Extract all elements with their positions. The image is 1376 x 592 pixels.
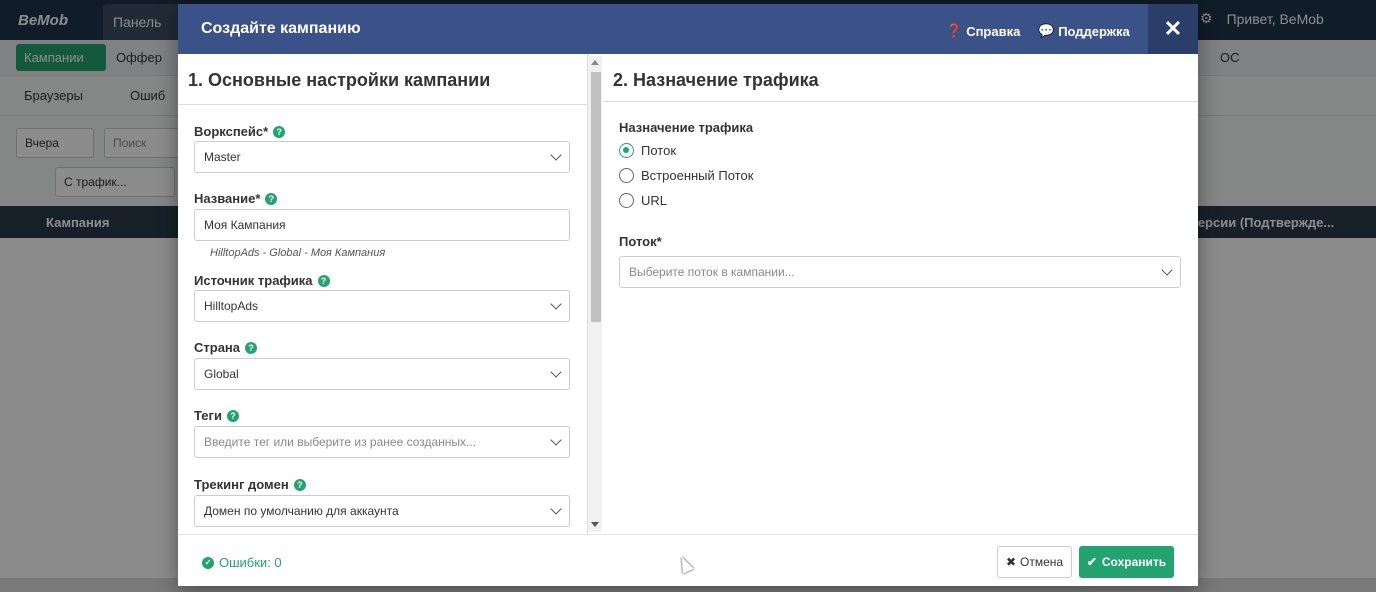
workspace-select[interactable]: Master xyxy=(194,141,570,173)
flow-select[interactable]: Выберите поток в кампании... xyxy=(619,256,1181,288)
question-icon[interactable]: ? xyxy=(265,192,278,205)
check-icon: ✔ xyxy=(1086,555,1097,569)
divider xyxy=(178,104,587,105)
check-circle-icon: ✓ xyxy=(202,556,214,569)
radio-checked-icon[interactable] xyxy=(619,143,634,158)
close-icon: ✖ xyxy=(1005,555,1016,569)
question-icon: ❓ xyxy=(946,23,963,38)
workspace-value: Master xyxy=(204,150,241,164)
radio-url-label: URL xyxy=(641,193,668,208)
help-link[interactable]: ❓ Справка xyxy=(946,23,1020,39)
country-label: Страна ? xyxy=(194,340,258,355)
create-campaign-modal: Создайте кампанию ❓ Справка 💬 Поддержка … xyxy=(178,4,1198,586)
chat-icon: 💬 xyxy=(1038,23,1055,38)
question-icon[interactable]: ? xyxy=(273,125,286,138)
name-label: Название* ? xyxy=(194,191,278,206)
modal-title: Создайте кампанию xyxy=(201,20,361,37)
save-label: Сохранить xyxy=(1101,555,1167,569)
traffic-source-value: HilltopAds xyxy=(204,299,259,313)
tracking-domain-value: Домен по умолчанию для аккаунта xyxy=(204,504,399,518)
support-label: Поддержка xyxy=(1058,23,1130,39)
radio-flow-label: Поток xyxy=(641,143,677,158)
question-icon[interactable]: ? xyxy=(317,274,330,287)
destination-label: Назначение трафика xyxy=(619,120,754,135)
flow-label: Поток* xyxy=(619,234,662,249)
divider xyxy=(603,101,1198,102)
radio-unchecked-icon[interactable] xyxy=(619,168,634,183)
radio-flow[interactable]: Поток xyxy=(619,143,676,158)
tags-select[interactable]: Введите тег или выберите из ранее создан… xyxy=(194,426,570,458)
modal-header: Создайте кампанию ❓ Справка 💬 Поддержка … xyxy=(178,4,1198,54)
name-label-text: Название* xyxy=(194,191,261,206)
tags-label-text: Теги xyxy=(194,408,222,423)
workspace-label: Воркспейс* ? xyxy=(194,124,286,139)
chevron-down-icon xyxy=(1161,264,1173,276)
radio-inline-flow-label: Встроенный Поток xyxy=(641,168,754,183)
chevron-down-icon xyxy=(550,434,562,446)
question-icon[interactable]: ? xyxy=(226,409,239,422)
radio-unchecked-icon[interactable] xyxy=(619,193,634,208)
flow-placeholder: Выберите поток в кампании... xyxy=(629,265,795,279)
country-label-text: Страна xyxy=(194,340,241,355)
workspace-label-text: Воркспейс* xyxy=(194,124,269,139)
cancel-button[interactable]: ✖ Отмена xyxy=(997,546,1072,578)
save-button[interactable]: ✔ Сохранить xyxy=(1079,546,1174,578)
radio-inline-flow[interactable]: Встроенный Поток xyxy=(619,168,753,183)
close-icon: ✕ xyxy=(1163,16,1183,41)
question-icon[interactable]: ? xyxy=(293,478,306,491)
chevron-down-icon xyxy=(550,149,562,161)
help-label: Справка xyxy=(966,23,1021,39)
left-scrollbar-thumb[interactable] xyxy=(591,72,601,322)
tracking-domain-select[interactable]: Домен по умолчанию для аккаунта xyxy=(194,495,570,527)
section-title-basic: 1. Основные настройки кампании xyxy=(188,70,491,90)
errors-text: Ошибки: 0 xyxy=(219,555,282,570)
close-button[interactable]: ✕ xyxy=(1148,4,1198,54)
scroll-up-icon[interactable] xyxy=(591,60,599,65)
section-title-destination: 2. Назначение трафика xyxy=(613,70,819,90)
country-value: Global xyxy=(204,367,239,381)
traffic-destination-panel: 2. Назначение трафика Назначение трафика… xyxy=(603,54,1198,534)
campaign-name-input[interactable]: Моя Кампания xyxy=(194,209,570,241)
country-select[interactable]: Global xyxy=(194,358,570,390)
campaign-name-hint: HilltopAds - Global - Моя Кампания xyxy=(210,247,386,259)
radio-url[interactable]: URL xyxy=(619,193,667,208)
basic-settings-panel: 1. Основные настройки кампании Воркспейс… xyxy=(178,54,588,534)
question-icon[interactable]: ? xyxy=(245,341,258,354)
traffic-source-label-text: Источник трафика xyxy=(194,273,313,288)
chevron-down-icon xyxy=(550,366,562,378)
traffic-source-label: Источник трафика ? xyxy=(194,273,330,288)
tags-label: Теги ? xyxy=(194,408,239,423)
tracking-domain-label-text: Трекинг домен xyxy=(194,477,289,492)
scroll-down-icon[interactable] xyxy=(591,522,599,527)
cancel-label: Отмена xyxy=(1020,555,1064,569)
tracking-domain-label: Трекинг домен ? xyxy=(194,477,306,492)
chevron-down-icon xyxy=(550,503,562,515)
traffic-source-select[interactable]: HilltopAds xyxy=(194,290,570,322)
support-link[interactable]: 💬 Поддержка xyxy=(1038,23,1130,39)
errors-status: ✓ Ошибки: 0 xyxy=(202,555,282,570)
tags-placeholder: Введите тег или выберите из ранее создан… xyxy=(204,435,477,449)
chevron-down-icon xyxy=(550,298,562,310)
